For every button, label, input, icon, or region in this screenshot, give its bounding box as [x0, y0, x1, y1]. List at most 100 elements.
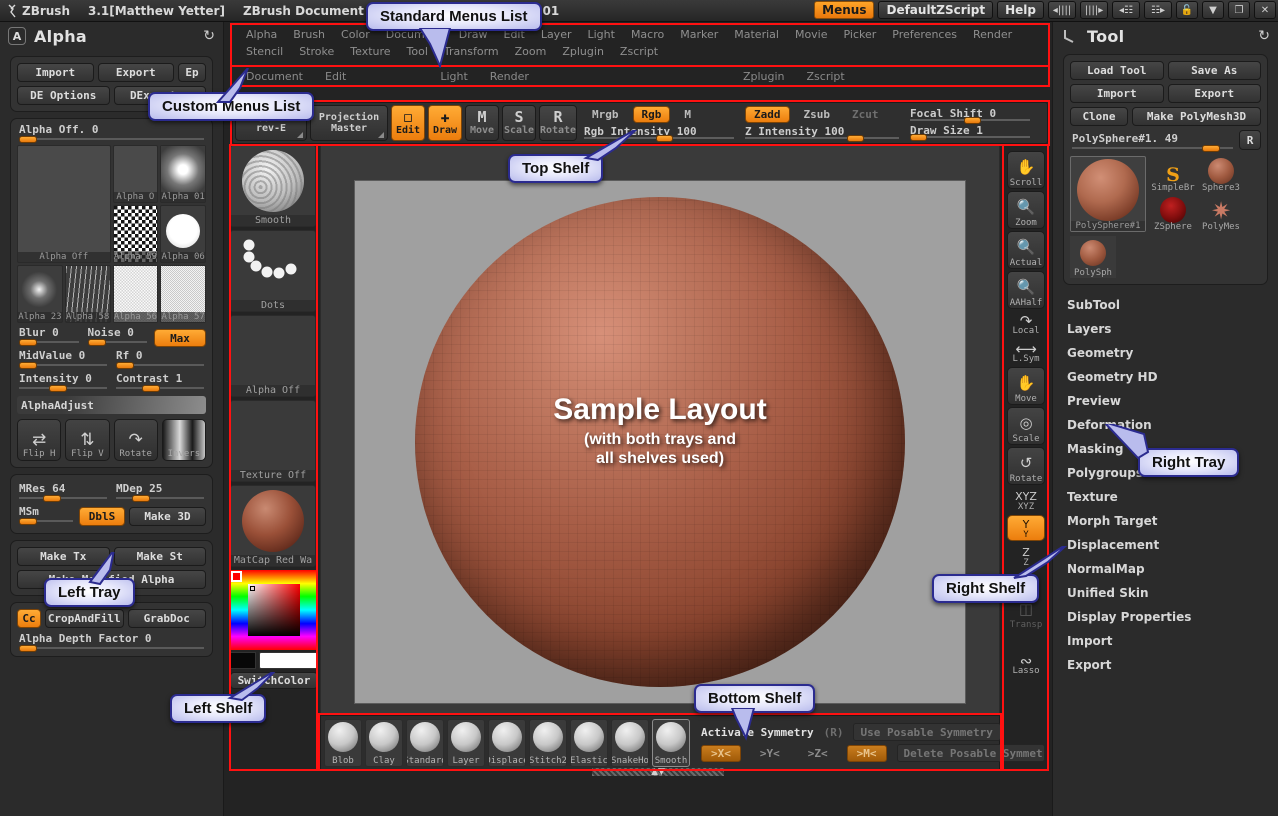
alpha-thumb[interactable]: Alpha Off	[17, 145, 111, 263]
symmetry-x-button[interactable]: >X<	[701, 744, 741, 762]
secondary-color-swatch[interactable]	[259, 652, 318, 669]
standard-menu-item[interactable]: Zplugin	[554, 43, 612, 60]
standard-menu-item[interactable]: Zscript	[612, 43, 666, 60]
custom-menu-item[interactable]: Zplugin	[735, 68, 793, 85]
tool-import-button[interactable]: Import	[1070, 84, 1164, 103]
brush-item[interactable]: Smooth	[652, 718, 690, 767]
alpha-max-button[interactable]: Max	[154, 329, 206, 347]
canvas-scrollbar[interactable]: ▲▼	[592, 767, 724, 777]
reset-icon[interactable]: ↻	[1258, 28, 1270, 44]
brush-item[interactable]: Displace	[488, 718, 526, 767]
draw-size-slider[interactable]: Draw Size 1	[910, 124, 1030, 141]
subpalette-texture[interactable]: Texture	[1067, 485, 1264, 509]
alpha-thumb[interactable]: Alpha 01	[160, 145, 206, 203]
alpha-depth-factor-slider[interactable]: Alpha Depth Factor 0	[17, 632, 206, 652]
standard-menu-item[interactable]: Stroke	[291, 43, 342, 60]
tool-thumb[interactable]: S SimpleBr	[1150, 156, 1196, 193]
standard-menu-item[interactable]: Texture	[342, 43, 398, 60]
subpalette-layers[interactable]: Layers	[1067, 317, 1264, 341]
cc-button[interactable]: Cc	[17, 609, 41, 628]
restore-icon[interactable]: ❐	[1228, 1, 1250, 19]
tool-thumb[interactable]: Sphere3	[1198, 156, 1244, 193]
subpalette-import[interactable]: Import	[1067, 629, 1264, 653]
right-shelf-scale-button[interactable]: ◎ Scale	[1007, 407, 1045, 445]
alpha-ep-button[interactable]: Ep	[178, 63, 206, 82]
symmetry-y-button[interactable]: >Y<	[751, 746, 789, 761]
alpha-thumb[interactable]: Alpha 06	[160, 205, 206, 263]
lock-icon[interactable]: 🔓	[1176, 1, 1198, 19]
right-shelf-actual-button[interactable]: 🔍 Actual	[1007, 231, 1045, 269]
msm-slider[interactable]: MSm	[17, 505, 75, 525]
reset-icon[interactable]: ↻	[203, 28, 215, 44]
tray-left-icon[interactable]: ◂☷	[1112, 1, 1140, 19]
brush-item[interactable]: Clay	[365, 718, 403, 767]
flip-h-button[interactable]: ⇄ Flip H	[17, 419, 62, 461]
alpha-export-button[interactable]: Export	[97, 63, 174, 82]
focal-shift-slider[interactable]: Focal Shift 0	[910, 107, 1030, 124]
alpha-thumbnail-grid[interactable]: Alpha Off Alpha O Alpha 01 Alpha 59 Alph…	[17, 145, 206, 323]
tool-subpalette-list[interactable]: SubToolLayersGeometryGeometry HDPreview D…	[1053, 293, 1278, 677]
slider-right-icon[interactable]: ||||▸	[1080, 1, 1108, 19]
alpha-selector[interactable]: Alpha Off	[230, 315, 316, 397]
material-selector[interactable]: MatCap Red Wa	[230, 485, 316, 567]
tray-right-icon[interactable]: ☷▸	[1144, 1, 1172, 19]
alpha-intensity-slider[interactable]: Intensity 0	[17, 372, 109, 392]
crop-and-fill-button[interactable]: CropAndFill	[45, 609, 124, 628]
edit-button[interactable]: ◻ Edit	[391, 105, 425, 141]
brush-item[interactable]: Standard	[406, 718, 444, 767]
color-picker-square[interactable]	[248, 584, 300, 636]
mrgb-button[interactable]: Mrgb	[584, 107, 627, 122]
right-shelf-zoom-button[interactable]: 🔍 Zoom	[1007, 191, 1045, 229]
current-tool-thumb[interactable]: PolySphere#1	[1070, 156, 1146, 232]
subpalette-export[interactable]: Export	[1067, 653, 1264, 677]
symmetry-m-button[interactable]: >M<	[846, 744, 887, 762]
flip-v-button[interactable]: ⇅ Flip V	[65, 419, 110, 461]
zadd-button[interactable]: Zadd	[745, 106, 790, 123]
custom-menus-list[interactable]: Document Edit Light Render Zplugin Zscript	[232, 66, 1048, 86]
subpalette-geometry-hd[interactable]: Geometry HD	[1067, 365, 1264, 389]
slider-left-icon[interactable]: ◂||||	[1048, 1, 1076, 19]
brush-palette[interactable]: Blob Clay Standard Layer Displace Stitch2Elas…	[324, 718, 690, 767]
menus-button[interactable]: Menus	[814, 1, 875, 19]
make-polymesh3d-button[interactable]: Make PolyMesh3D	[1132, 107, 1261, 126]
dbls-button[interactable]: DblS	[79, 507, 125, 526]
subpalette-display-properties[interactable]: Display Properties	[1067, 605, 1264, 629]
alpha-blur-slider[interactable]: Blur 0	[17, 326, 81, 346]
standard-menu-item[interactable]: Alpha	[238, 26, 285, 43]
custom-menu-item[interactable]: Edit	[317, 68, 354, 85]
alpha-noise-slider[interactable]: Noise 0	[86, 326, 150, 346]
clone-button[interactable]: Clone	[1070, 107, 1128, 126]
subpalette-preview[interactable]: Preview	[1067, 389, 1264, 413]
use-posable-symmetry-button[interactable]: Use Posable Symmetry	[853, 723, 1002, 741]
rotate-button[interactable]: R Rotate	[539, 105, 577, 141]
standard-menu-item[interactable]: Preferences	[884, 26, 965, 43]
default-zscript-button[interactable]: DefaultZScript	[878, 1, 994, 19]
zcut-button[interactable]: Zcut	[844, 107, 887, 122]
brush-item[interactable]: Layer	[447, 718, 485, 767]
tool-export-button[interactable]: Export	[1167, 84, 1261, 103]
tool-r-button[interactable]: R	[1239, 130, 1261, 150]
subpalette-geometry[interactable]: Geometry	[1067, 341, 1264, 365]
subpalette-morph-target[interactable]: Morph Target	[1067, 509, 1264, 533]
de-options-button[interactable]: DE Options	[17, 86, 110, 105]
right-shelf-xyz-button[interactable]: XYZ XYZ	[1007, 487, 1045, 513]
primary-color-swatch[interactable]	[230, 652, 256, 669]
move-button[interactable]: M Move	[465, 105, 499, 141]
alpha-rf-slider[interactable]: Rf 0	[114, 349, 206, 369]
save-as-button[interactable]: Save As	[1167, 61, 1261, 80]
alpha-thumb[interactable]: Alpha 57	[160, 265, 206, 323]
right-shelf-scroll-button[interactable]: ✋ Scroll	[1007, 151, 1045, 189]
brush-item[interactable]: Blob	[324, 718, 362, 767]
alpha-thumb[interactable]: Alpha 58	[64, 265, 111, 323]
right-shelf-local-button[interactable]: ↷ Local	[1007, 311, 1045, 337]
rotate-button[interactable]: ↷ Rotate	[113, 419, 158, 461]
standard-menu-item[interactable]: Picker	[836, 26, 885, 43]
minimize-icon[interactable]: ▼	[1202, 1, 1224, 19]
mdep-slider[interactable]: MDep 25	[114, 482, 206, 502]
scroll-arrows-icon[interactable]: ▲▼	[651, 767, 665, 777]
canvas-area[interactable]: Sample Layout (with both trays and all s…	[320, 145, 1000, 770]
m-button[interactable]: M	[676, 107, 699, 122]
stroke-selector[interactable]: Dots	[230, 230, 316, 312]
standard-menu-item[interactable]: Light	[579, 26, 622, 43]
standard-menu-item[interactable]: Stencil	[238, 43, 291, 60]
